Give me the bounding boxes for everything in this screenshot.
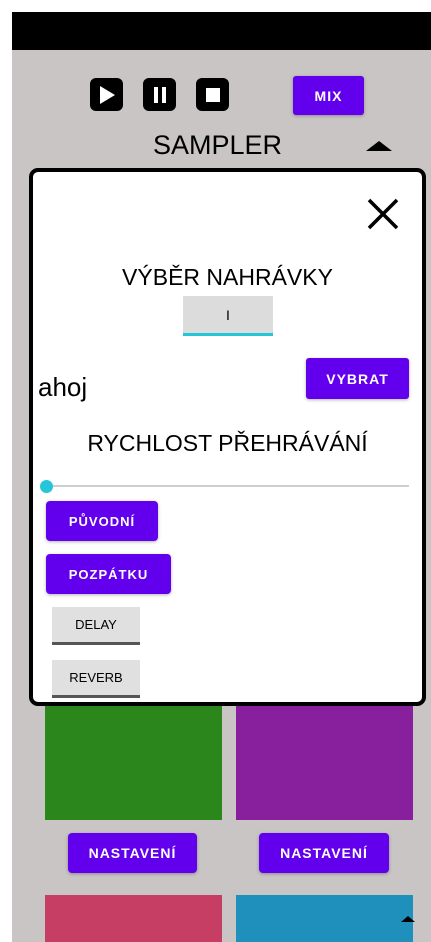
sample-pad-4[interactable] [236,895,413,942]
stop-icon [205,87,220,102]
playback-speed-title: RYCHLOST PŘEHRÁVÁNÍ [87,430,368,456]
mix-button[interactable]: MIX [293,76,364,115]
pad-2-settings-button[interactable]: NASTAVENÍ [259,833,389,873]
pause-icon [153,86,166,103]
status-bar [12,12,431,50]
sampler-title: SAMPLER [153,130,283,160]
sample-pad-2[interactable] [236,704,413,820]
sample-settings-dialog: VÝBĚR NAHRÁVKY I ahoj VYBRAT RYCHLOST PŘ… [29,168,426,706]
recording-selector[interactable]: I [183,296,273,336]
close-button[interactable] [365,196,401,232]
delay-button[interactable]: DELAY [52,607,140,645]
scroll-up-icon[interactable] [401,916,415,922]
choose-button[interactable]: VYBRAT [306,358,409,399]
reverb-button[interactable]: REVERB [52,660,140,698]
original-button[interactable]: PŮVODNÍ [46,501,158,541]
speed-slider-thumb[interactable] [39,480,53,493]
triangle-up-icon[interactable] [366,141,392,151]
play-button[interactable] [90,78,123,111]
sample-pad-3[interactable] [45,895,222,942]
speed-slider-track[interactable] [45,485,409,487]
pause-button[interactable] [143,78,176,111]
recording-name: ahoj [38,372,88,402]
reverse-button[interactable]: POZPÁTKU [46,554,171,594]
stop-button[interactable] [196,78,229,111]
sample-pad-1[interactable] [45,704,222,820]
recording-selection-title: VÝBĚR NAHRÁVKY [122,264,333,290]
play-icon [99,85,115,104]
pad-1-settings-button[interactable]: NASTAVENÍ [68,833,197,873]
close-icon [367,198,399,230]
